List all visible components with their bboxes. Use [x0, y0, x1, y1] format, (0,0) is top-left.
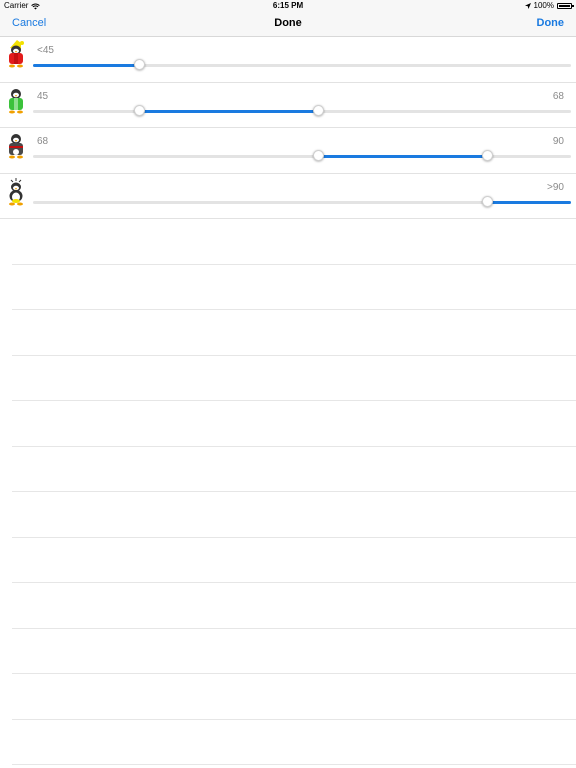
empty-table-row — [12, 583, 576, 629]
empty-table-row — [12, 447, 576, 492]
range-low-label: <45 — [37, 45, 54, 56]
range-list: <45 45 68 68 90 >90 — [0, 37, 576, 765]
penguin-green-sweater-icon — [9, 88, 23, 113]
empty-table-row — [12, 492, 576, 538]
range-slider[interactable] — [33, 150, 571, 161]
range-slider-max-handle[interactable] — [312, 104, 324, 116]
range-slider[interactable] — [33, 195, 571, 207]
range-slider-max-handle[interactable] — [482, 150, 494, 161]
empty-table-row — [12, 674, 576, 720]
range-row-cool: 45 68 — [0, 83, 576, 128]
range-slider-min-handle[interactable] — [312, 150, 324, 161]
range-slider-min-handle[interactable] — [482, 195, 494, 207]
range-slider-min-handle[interactable] — [134, 104, 146, 116]
status-time: 6:15 PM — [272, 1, 304, 10]
penguin-dark-sweater-icon — [9, 134, 23, 159]
nav-title: Done — [274, 17, 302, 29]
done-button[interactable]: Done — [537, 17, 565, 29]
range-row-warm: 68 90 — [0, 128, 576, 174]
range-slider-fill — [33, 64, 140, 67]
range-row-cold: <45 — [0, 37, 576, 83]
empty-table-row — [12, 310, 576, 356]
empty-table-row — [12, 265, 576, 310]
empty-table-row — [12, 219, 576, 265]
range-high-label: 68 — [552, 90, 564, 102]
range-slider[interactable] — [33, 59, 571, 70]
penguin-red-sweater-icon — [9, 40, 24, 68]
status-bar: Carrier 6:15 PM 100% — [0, 0, 576, 12]
empty-table-row — [12, 356, 576, 401]
range-slider-fill — [487, 200, 571, 204]
battery-percent: 100% — [533, 1, 554, 10]
penguin-sunny-icon — [9, 177, 23, 205]
range-slider[interactable] — [33, 104, 571, 116]
range-low-label: 45 — [37, 90, 49, 102]
range-slider-max-handle[interactable] — [134, 59, 146, 70]
location-arrow-icon — [524, 3, 531, 9]
range-high-label: >90 — [547, 181, 564, 193]
range-slider-fill — [318, 155, 488, 158]
range-slider-fill — [139, 109, 319, 113]
battery-icon — [557, 3, 574, 9]
empty-table-row — [12, 401, 576, 447]
navigation-bar: Cancel Done Done — [0, 12, 576, 37]
range-low-label: 68 — [37, 136, 49, 147]
range-row-hot: >90 — [0, 174, 576, 219]
range-high-label: 90 — [552, 136, 564, 147]
empty-table-row — [12, 720, 576, 765]
status-right: 100% — [524, 0, 574, 12]
empty-table-row — [12, 538, 576, 583]
empty-table-row — [12, 629, 576, 674]
